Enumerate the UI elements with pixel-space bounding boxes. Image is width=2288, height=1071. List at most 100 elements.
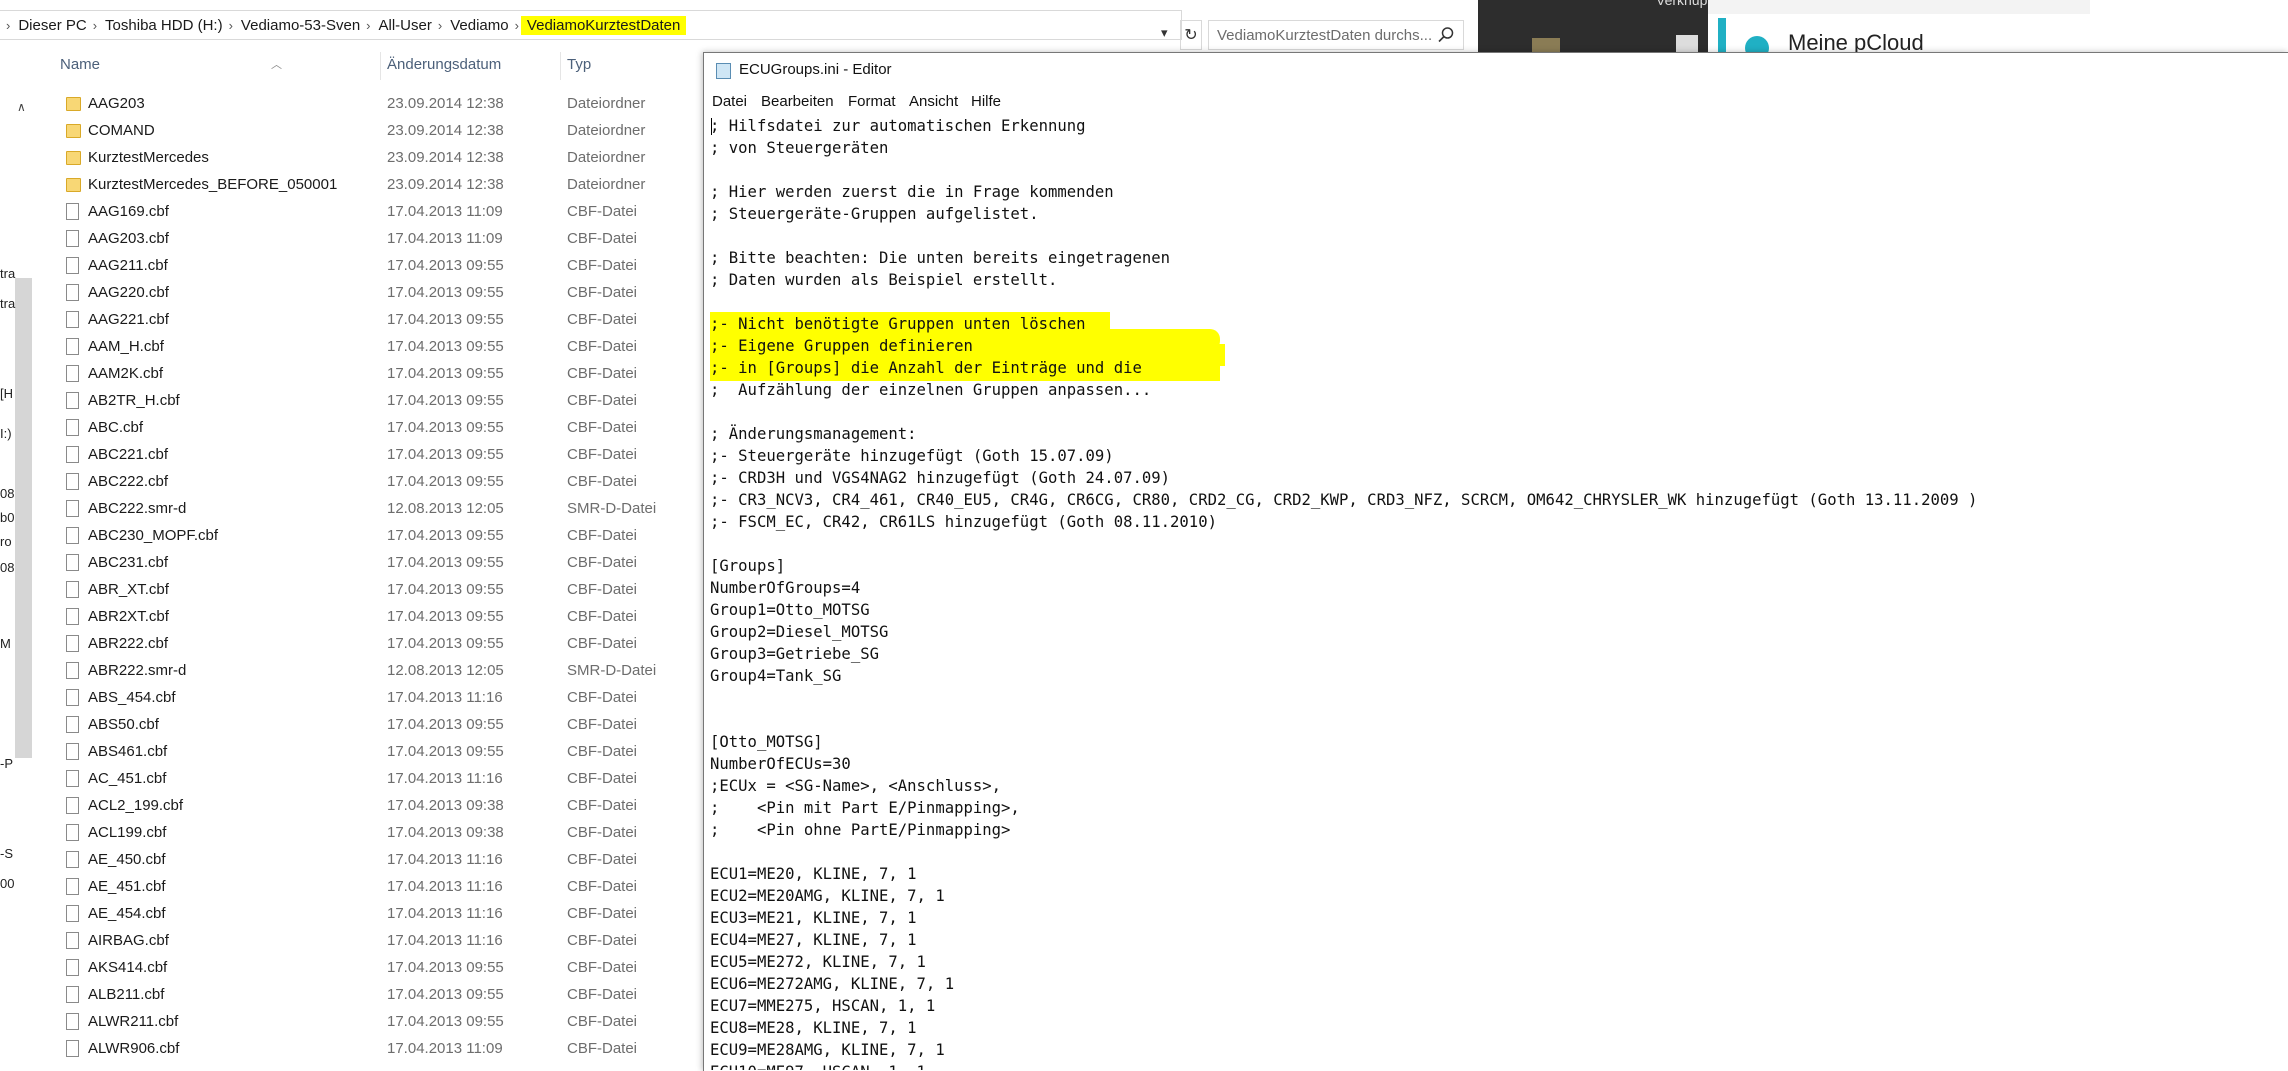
file-type: CBF-Datei xyxy=(567,473,638,490)
file-row[interactable]: AAG169.cbf 17.04.2013 11:09 CBF-Datei xyxy=(60,198,700,225)
nav-item-fragment[interactable]: tra xyxy=(0,296,15,311)
breadcrumb-item[interactable]: Toshiba HDD (H:) xyxy=(105,17,223,34)
text-line: Group2=Diesel_MOTSG xyxy=(710,623,889,641)
file-type: CBF-Datei xyxy=(567,797,638,814)
file-row[interactable]: AAM_H.cbf 17.04.2013 09:55 CBF-Datei xyxy=(60,333,700,360)
file-row[interactable]: AAG203 23.09.2014 12:38 Dateiordner xyxy=(60,90,700,117)
breadcrumb-item[interactable]: Vediamo xyxy=(450,17,508,34)
file-row[interactable]: ABC222.smr-d 12.08.2013 12:05 SMR-D-Datei xyxy=(60,495,700,522)
address-bar[interactable]: › Dieser PC › Toshiba HDD (H:) › Vediamo… xyxy=(0,10,1182,40)
chevron-up-icon[interactable]: ∧ xyxy=(17,100,26,114)
file-date: 17.04.2013 11:16 xyxy=(387,878,503,895)
text-line xyxy=(710,225,1977,247)
file-date: 17.04.2013 09:55 xyxy=(387,392,504,409)
nav-item-fragment[interactable]: b0 xyxy=(0,510,14,525)
nav-item-fragment[interactable]: -P xyxy=(0,756,13,771)
file-name: ABC222.smr-d xyxy=(88,500,187,517)
file-row[interactable]: ABC.cbf 17.04.2013 09:55 CBF-Datei xyxy=(60,414,700,441)
column-divider[interactable] xyxy=(380,52,381,80)
menu-ansicht[interactable]: Ansicht xyxy=(909,93,958,110)
column-headers: ︿ Name Änderungsdatum Typ xyxy=(60,52,700,80)
nav-item-fragment[interactable]: ro xyxy=(0,534,12,549)
notepad-titlebar[interactable]: ECUGroups.ini - Editor xyxy=(704,53,2288,87)
file-row[interactable]: AAG203.cbf 17.04.2013 11:09 CBF-Datei xyxy=(60,225,700,252)
file-row[interactable]: ABC231.cbf 17.04.2013 09:55 CBF-Datei xyxy=(60,549,700,576)
file-row[interactable]: ALWR906.cbf 17.04.2013 11:09 CBF-Datei xyxy=(60,1035,700,1062)
text-editor-area[interactable]: ; Hilfsdatei zur automatischen Erkennung… xyxy=(710,115,2280,1070)
file-row[interactable]: AE_450.cbf 17.04.2013 11:16 CBF-Datei xyxy=(60,846,700,873)
file-row[interactable]: ABR2XT.cbf 17.04.2013 09:55 CBF-Datei xyxy=(60,603,700,630)
chevron-right-icon[interactable]: › xyxy=(515,18,519,33)
refresh-button[interactable]: ↻ xyxy=(1180,20,1202,50)
file-date: 17.04.2013 09:55 xyxy=(387,716,504,733)
file-icon xyxy=(66,905,79,922)
menu-datei[interactable]: Datei xyxy=(712,93,747,110)
file-row[interactable]: AB2TR_H.cbf 17.04.2013 09:55 CBF-Datei xyxy=(60,387,700,414)
nav-item-fragment[interactable]: M xyxy=(0,636,11,651)
text-lines: ; Hilfsdatei zur automatischen Erkennung… xyxy=(710,115,1977,1070)
file-row[interactable]: AAG211.cbf 17.04.2013 09:55 CBF-Datei xyxy=(60,252,700,279)
nav-item-fragment[interactable]: tra xyxy=(0,266,15,281)
text-line: ;- in [Groups] die Anzahl der Einträge u… xyxy=(710,359,1142,377)
breadcrumb-current[interactable]: VediamoKurztestDaten xyxy=(520,15,687,35)
chevron-right-icon[interactable]: › xyxy=(93,18,97,33)
file-row[interactable]: KurztestMercedes_BEFORE_050001 23.09.2014… xyxy=(60,171,700,198)
nav-item-fragment[interactable]: -S xyxy=(0,846,13,861)
file-row[interactable]: ALWR211.cbf 17.04.2013 09:55 CBF-Datei xyxy=(60,1008,700,1035)
file-row[interactable]: AE_454.cbf 17.04.2013 11:16 CBF-Datei xyxy=(60,900,700,927)
file-row[interactable]: ABS_454.cbf 17.04.2013 11:16 CBF-Datei xyxy=(60,684,700,711)
file-row[interactable]: ABC221.cbf 17.04.2013 09:55 CBF-Datei xyxy=(60,441,700,468)
nav-item-fragment[interactable]: 08 xyxy=(0,486,14,501)
file-row[interactable]: ABS50.cbf 17.04.2013 09:55 CBF-Datei xyxy=(60,711,700,738)
file-row[interactable]: ALB211.cbf 17.04.2013 09:55 CBF-Datei xyxy=(60,981,700,1008)
text-line xyxy=(710,687,1977,709)
file-row[interactable]: AC_451.cbf 17.04.2013 11:16 CBF-Datei xyxy=(60,765,700,792)
file-date: 17.04.2013 09:55 xyxy=(387,635,504,652)
file-row[interactable]: ABS461.cbf 17.04.2013 09:55 CBF-Datei xyxy=(60,738,700,765)
breadcrumb-item[interactable]: All-User xyxy=(379,17,432,34)
column-divider[interactable] xyxy=(560,52,561,80)
chevron-right-icon[interactable]: › xyxy=(229,18,233,33)
file-name: AAG220.cbf xyxy=(88,284,169,301)
nav-item-fragment[interactable]: I:) xyxy=(0,426,12,441)
chevron-right-icon[interactable]: › xyxy=(438,18,442,33)
file-name: ABS50.cbf xyxy=(88,716,159,733)
file-row[interactable]: AE_451.cbf 17.04.2013 11:16 CBF-Datei xyxy=(60,873,700,900)
file-date: 17.04.2013 11:09 xyxy=(387,203,503,220)
breadcrumb-item[interactable]: Vediamo-53-Sven xyxy=(241,17,360,34)
file-name: KurztestMercedes_BEFORE_050001 xyxy=(88,176,338,193)
file-row[interactable]: KurztestMercedes 23.09.2014 12:38 Dateiord… xyxy=(60,144,700,171)
file-row[interactable]: ABR_XT.cbf 17.04.2013 09:55 CBF-Datei xyxy=(60,576,700,603)
file-row[interactable]: AAG220.cbf 17.04.2013 09:55 CBF-Datei xyxy=(60,279,700,306)
breadcrumb-item[interactable]: Dieser PC xyxy=(18,17,86,34)
column-header-type[interactable]: Typ xyxy=(567,56,591,73)
file-row[interactable]: AKS414.cbf 17.04.2013 09:55 CBF-Datei xyxy=(60,954,700,981)
file-row[interactable]: ACL199.cbf 17.04.2013 09:38 CBF-Datei xyxy=(60,819,700,846)
column-header-date[interactable]: Änderungsdatum xyxy=(387,56,501,73)
file-row[interactable]: COMAND 23.09.2014 12:38 Dateiordner xyxy=(60,117,700,144)
chevron-down-icon[interactable]: ▾ xyxy=(1161,25,1168,41)
file-name: ABC.cbf xyxy=(88,419,144,436)
window-button[interactable] xyxy=(1676,35,1698,52)
column-header-name[interactable]: Name xyxy=(60,56,100,73)
file-row[interactable]: ABC230_MOPF.cbf 17.04.2013 09:55 CBF-Datei xyxy=(60,522,700,549)
nav-item-fragment[interactable]: [H xyxy=(0,386,13,401)
file-row[interactable]: AIRBAG.cbf 17.04.2013 11:16 CBF-Datei xyxy=(60,927,700,954)
menu-bearbeiten[interactable]: Bearbeiten xyxy=(761,93,834,110)
file-row[interactable]: AAM2K.cbf 17.04.2013 09:55 CBF-Datei xyxy=(60,360,700,387)
file-name: ACL2_199.cbf xyxy=(88,797,184,814)
menu-format[interactable]: Format xyxy=(848,93,896,110)
file-row[interactable]: ACL2_199.cbf 17.04.2013 09:38 CBF-Datei xyxy=(60,792,700,819)
nav-item-fragment[interactable]: 00 xyxy=(0,876,14,891)
file-icon xyxy=(66,959,79,976)
file-row[interactable]: ABC222.cbf 17.04.2013 09:55 CBF-Datei xyxy=(60,468,700,495)
file-row[interactable]: AAG221.cbf 17.04.2013 09:55 CBF-Datei xyxy=(60,306,700,333)
nav-item-fragment[interactable]: 08 xyxy=(0,560,14,575)
file-row[interactable]: ABR222.smr-d 12.08.2013 12:05 SMR-D-Datei xyxy=(60,657,700,684)
menu-hilfe[interactable]: Hilfe xyxy=(971,93,1001,110)
nav-scrollbar[interactable] xyxy=(15,278,32,758)
chevron-right-icon[interactable]: › xyxy=(6,18,10,33)
search-input[interactable]: VediamoKurztestDaten durchs... xyxy=(1208,20,1464,50)
file-row[interactable]: ABR222.cbf 17.04.2013 09:55 CBF-Datei xyxy=(60,630,700,657)
chevron-right-icon[interactable]: › xyxy=(366,18,370,33)
